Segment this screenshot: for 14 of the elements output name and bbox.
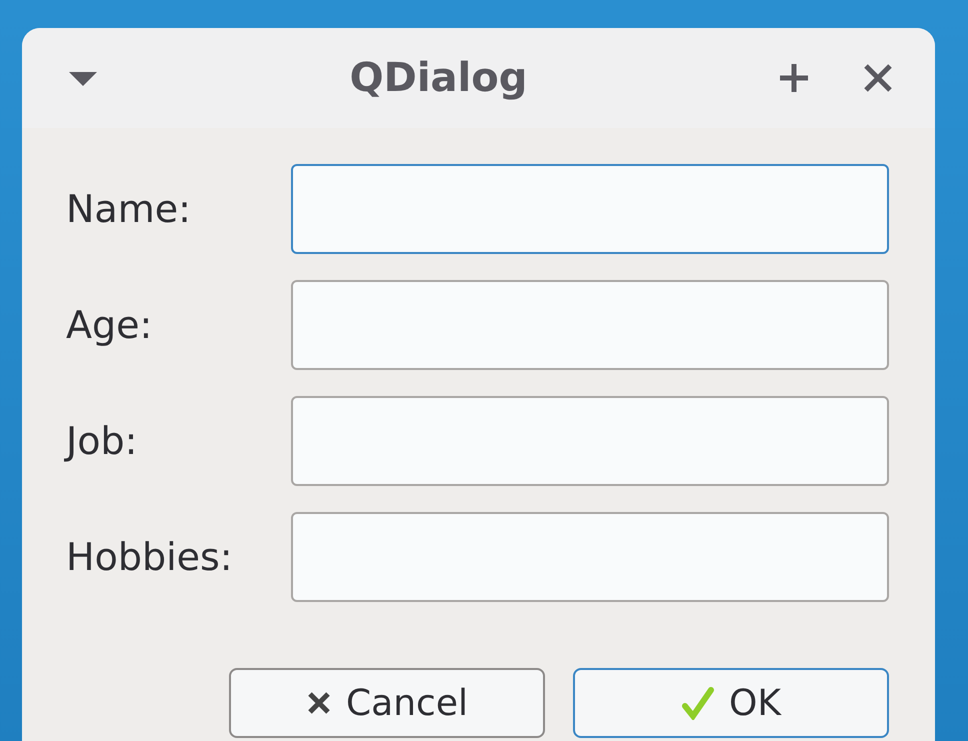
field-label: Age: (66, 303, 154, 347)
text-field[interactable] (291, 512, 889, 602)
field-label: Name: (66, 187, 192, 231)
cancel-button[interactable]: Cancel (229, 668, 545, 738)
window-title: QDialog (348, 55, 528, 101)
text-field[interactable] (291, 164, 889, 254)
ok-button[interactable]: OK (573, 668, 889, 738)
text-field[interactable] (291, 280, 889, 370)
field-label: Job: (66, 419, 138, 463)
cancel-x-icon (306, 690, 332, 716)
plus-icon[interactable] (777, 61, 811, 95)
checkmark-icon (681, 686, 716, 720)
text-field[interactable] (291, 396, 889, 486)
field-label: Hobbies: (66, 535, 234, 579)
